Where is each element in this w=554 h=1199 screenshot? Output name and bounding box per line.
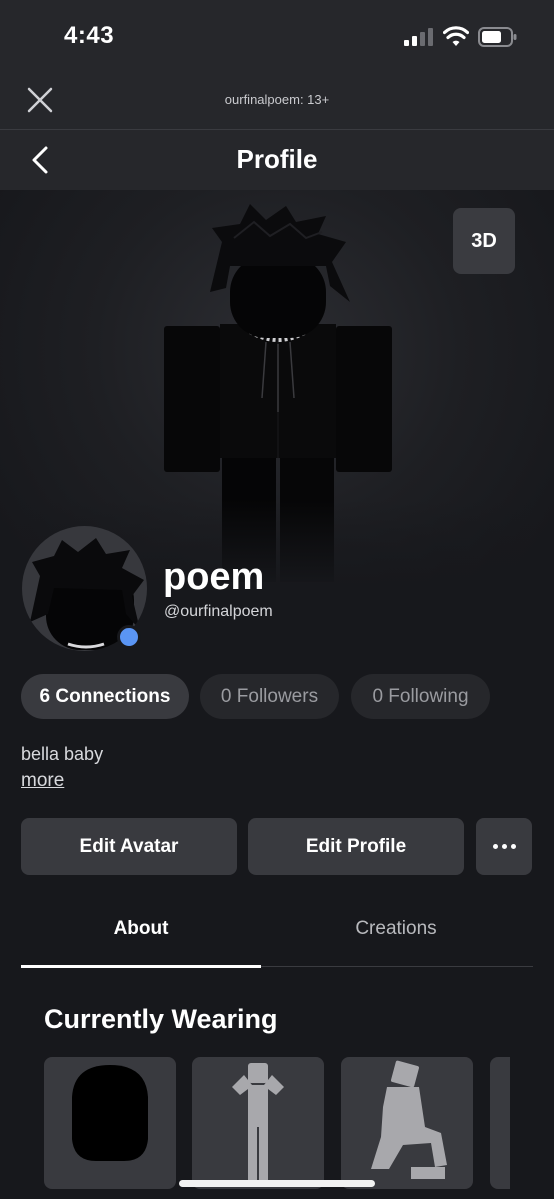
status-bar: 4:43 <box>0 0 554 72</box>
display-name: poem <box>163 556 265 598</box>
tab-selected-indicator <box>21 965 261 968</box>
cellular-signal-icon <box>404 28 433 46</box>
battery-icon <box>478 27 517 47</box>
followers-button[interactable]: 0 Followers <box>200 674 339 719</box>
edit-avatar-button[interactable]: Edit Avatar <box>21 818 237 875</box>
pose-animation-icon <box>232 1063 284 1181</box>
tab-about[interactable]: About <box>21 918 261 946</box>
edit-profile-button[interactable]: Edit Profile <box>248 818 464 875</box>
black-head-icon <box>72 1065 148 1161</box>
tab-creations[interactable]: Creations <box>276 918 516 946</box>
nav-bar: Profile <box>0 130 554 190</box>
wearing-item-head[interactable] <box>44 1057 176 1189</box>
online-status-dot <box>117 625 141 649</box>
connections-button[interactable]: 6 Connections <box>21 674 189 719</box>
currently-wearing-title: Currently Wearing <box>44 1004 278 1034</box>
wearing-item-pose[interactable] <box>192 1057 324 1189</box>
browser-header: ourfinalpoem: 13+ <box>0 72 554 130</box>
more-options-button[interactable] <box>476 818 532 875</box>
following-button[interactable]: 0 Following <box>351 674 490 719</box>
wearing-item-kneel[interactable] <box>341 1057 473 1189</box>
username: @ourfinalpoem <box>164 603 273 620</box>
kneel-animation-icon <box>371 1060 447 1179</box>
bio-text: bella baby <box>21 744 104 764</box>
home-indicator <box>179 1180 375 1187</box>
bio-more-link[interactable]: more <box>21 770 64 792</box>
wearing-item-partial[interactable] <box>490 1057 510 1189</box>
wifi-icon <box>443 26 469 46</box>
ellipsis-icon <box>492 844 516 849</box>
toggle-3d-button[interactable]: 3D <box>453 208 515 274</box>
site-label: ourfinalpoem: 13+ <box>224 92 330 107</box>
page-title: Profile <box>236 144 318 174</box>
clock: 4:43 <box>64 22 115 49</box>
